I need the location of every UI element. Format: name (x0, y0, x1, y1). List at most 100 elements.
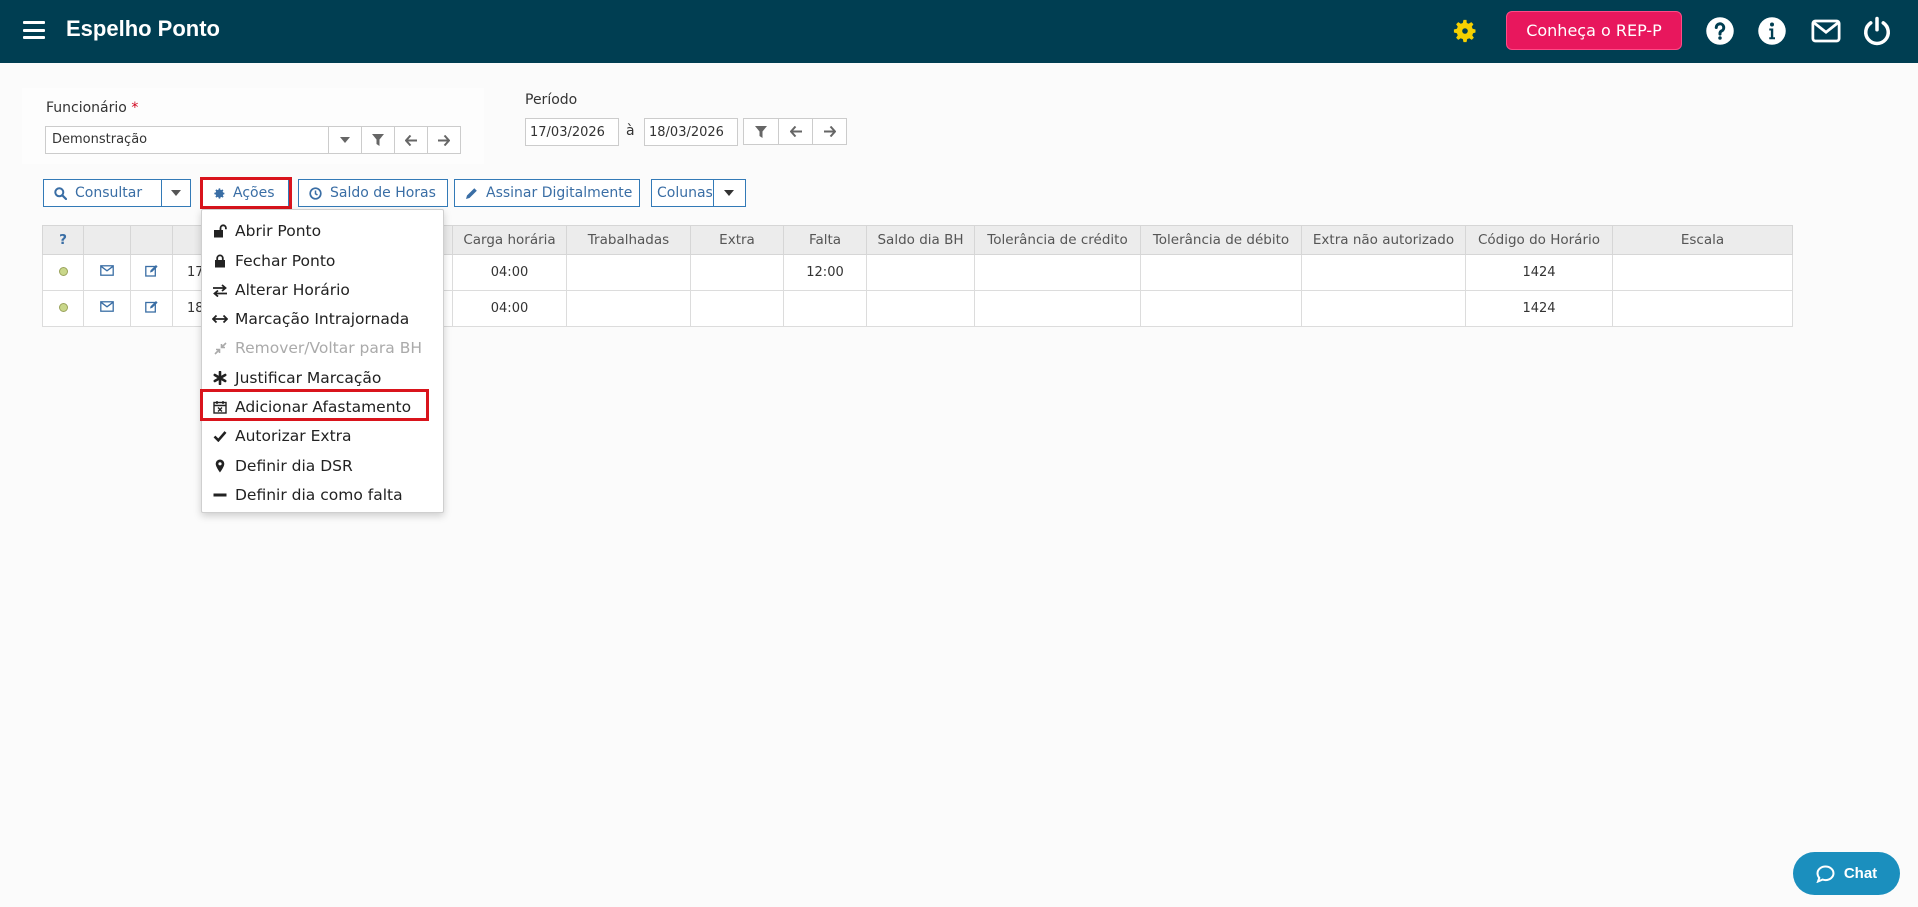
period-prev-button[interactable] (778, 119, 812, 144)
unlock-icon (208, 224, 232, 238)
mail-cell[interactable] (83, 254, 131, 291)
escala-cell (1612, 254, 1793, 291)
edit-icon (144, 301, 158, 313)
gear-icon (213, 187, 226, 200)
tol-deb-cell (1140, 254, 1302, 291)
date-from-input[interactable] (525, 118, 619, 146)
escala-cell (1612, 290, 1793, 327)
mail-icon[interactable] (1811, 16, 1841, 46)
filter-icon (372, 134, 384, 146)
assinar-digitalmente-button[interactable]: Assinar Digitalmente (454, 179, 640, 207)
colunas-button-group: Colunas (651, 179, 746, 207)
status-cell (42, 254, 84, 291)
caret-down-icon (724, 190, 735, 196)
exchange-icon (208, 283, 232, 297)
header-codigo-horario: Código do Horário (1465, 225, 1613, 255)
header-falta: Falta (783, 225, 867, 255)
extra-cell (690, 254, 784, 291)
colunas-label[interactable]: Colunas (652, 180, 713, 206)
trabalhadas-cell (566, 290, 691, 327)
power-icon[interactable] (1862, 16, 1892, 46)
gear-icon[interactable] (1451, 17, 1479, 45)
top-navbar: Espelho Ponto Conheça o REP-P (0, 0, 1918, 63)
header-blank (83, 225, 131, 255)
menu-item-alterar-horario[interactable]: Alterar Horário (202, 277, 443, 303)
search-icon (54, 186, 67, 200)
arrow-left-icon (789, 126, 802, 137)
info-icon[interactable] (1757, 16, 1787, 46)
header-tol-debito: Tolerância de débito (1140, 225, 1302, 255)
tol-deb-cell (1140, 290, 1302, 327)
acoes-dropdown-menu: Abrir Ponto Fechar Ponto Alterar Horário… (201, 209, 444, 513)
menu-item-fechar-ponto[interactable]: Fechar Ponto (202, 248, 443, 274)
menu-item-justificar-marcacao[interactable]: Justificar Marcação (202, 365, 443, 391)
envelope-icon (100, 265, 114, 276)
employee-value: Demonstração (52, 132, 148, 147)
period-label: Período (525, 92, 578, 108)
codigo-cell: 1424 (1465, 254, 1613, 291)
extra-na-cell (1301, 290, 1466, 327)
header-tol-credito: Tolerância de crédito (974, 225, 1141, 255)
menu-item-adicionar-afastamento[interactable]: Adicionar Afastamento (202, 394, 443, 420)
menu-item-definir-dia-falta[interactable]: Definir dia como falta (202, 482, 443, 508)
date-separator: à (626, 123, 635, 139)
header-carga: Carga horária (452, 225, 567, 255)
status-cell (42, 290, 84, 327)
consultar-label: Consultar (75, 185, 143, 201)
arrow-right-icon (823, 126, 836, 137)
period-next-button[interactable] (812, 119, 846, 144)
edit-icon (144, 265, 158, 277)
chat-bubble-icon (1816, 864, 1835, 883)
consultar-button[interactable]: Consultar (44, 180, 161, 206)
date-to-input[interactable] (644, 118, 738, 146)
edit-cell[interactable] (130, 290, 173, 327)
employee-next-button[interactable] (427, 127, 460, 153)
consultar-dropdown-button[interactable] (162, 190, 190, 196)
menu-icon[interactable] (23, 21, 45, 39)
header-extra: Extra (690, 225, 784, 255)
saldo-horas-button[interactable]: Saldo de Horas (298, 179, 448, 207)
carga-cell: 04:00 (452, 254, 567, 291)
carga-cell: 04:00 (452, 290, 567, 327)
consultar-button-group: Consultar (43, 179, 191, 207)
arrow-left-icon (405, 134, 417, 146)
saldo-cell (866, 254, 975, 291)
period-filter-button[interactable] (744, 119, 778, 144)
menu-item-marcacao-intrajornada[interactable]: Marcação Intrajornada (202, 306, 443, 332)
employee-filter-button[interactable] (361, 127, 394, 153)
saldo-cell (866, 290, 975, 327)
trabalhadas-cell (566, 254, 691, 291)
employee-prev-button[interactable] (394, 127, 427, 153)
menu-item-abrir-ponto[interactable]: Abrir Ponto (202, 218, 443, 244)
assinar-label: Assinar Digitalmente (486, 185, 633, 201)
header-extra-nao-autorizado: Extra não autorizado (1301, 225, 1466, 255)
employee-select[interactable]: Demonstração (45, 126, 461, 154)
acoes-label: Ações (233, 185, 275, 201)
saldo-horas-label: Saldo de Horas (330, 185, 436, 201)
menu-item-autorizar-extra[interactable]: Autorizar Extra (202, 423, 443, 449)
mail-cell[interactable] (83, 290, 131, 327)
period-button-group (743, 118, 847, 145)
calendar-x-icon (208, 400, 232, 414)
asterisk-icon (208, 371, 232, 385)
help-icon[interactable] (1705, 16, 1735, 46)
caret-down-icon (171, 190, 181, 196)
tol-cred-cell (974, 290, 1141, 327)
chat-button[interactable]: Chat (1793, 852, 1900, 895)
rep-p-button[interactable]: Conheça o REP-P (1506, 11, 1682, 50)
help-header[interactable]: ? (42, 225, 84, 255)
colunas-dropdown-button[interactable] (714, 190, 745, 196)
acoes-button[interactable]: Ações (202, 179, 289, 207)
compress-icon (208, 341, 232, 355)
edit-cell[interactable] (130, 254, 173, 291)
tol-cred-cell (974, 254, 1141, 291)
employee-dropdown-button[interactable] (328, 127, 361, 153)
menu-item-definir-dia-dsr[interactable]: Definir dia DSR (202, 453, 443, 479)
clock-icon (309, 186, 322, 200)
lock-icon (208, 254, 232, 268)
header-saldo-bh: Saldo dia BH (866, 225, 975, 255)
status-dot (58, 267, 68, 276)
check-icon (208, 430, 232, 442)
falta-cell (783, 290, 867, 327)
header-escala: Escala (1612, 225, 1793, 255)
